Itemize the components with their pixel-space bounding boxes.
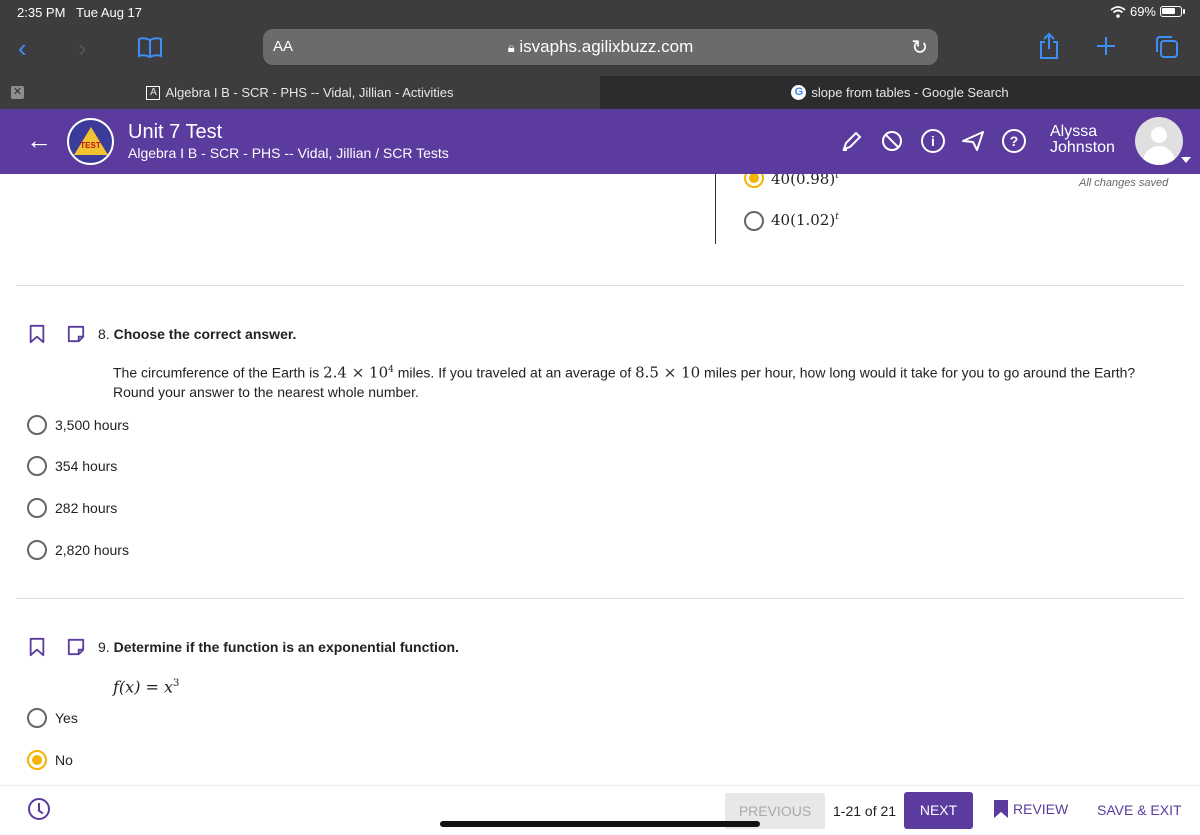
tab-activities[interactable]: ✕ A Algebra I B - SCR - PHS -- Vidal, Ji… [0,76,600,109]
q9-option-radio-no[interactable] [27,750,47,770]
q9-option-label-yes: Yes [55,710,78,726]
app-header: ← TEST Unit 7 Test Algebra I B - SCR - P… [0,109,1200,174]
note-icon[interactable] [67,637,85,657]
review-bookmark-icon [994,800,1008,818]
question-9-title: 9. Determine if the function is an expon… [98,639,459,655]
q9-option-radio-yes[interactable] [27,708,47,728]
review-button[interactable]: REVIEW [993,798,1068,820]
question-8-title: 8. Choose the correct answer. [98,326,296,342]
column-divider [715,174,716,244]
breadcrumb: Algebra I B - SCR - PHS -- Vidal, Jillia… [128,145,449,161]
prev-option-radio-1[interactable] [744,174,764,188]
status-date: Tue Aug 17 [76,5,143,20]
q8-option-label-1: 3,500 hours [55,417,129,433]
tabs-overview-icon[interactable] [1155,35,1179,59]
battery-icon [1160,6,1185,17]
tab-favicon: A [146,85,161,100]
page-title: Unit 7 Test [128,121,223,143]
page-count: 1-21 of 21 [833,803,897,819]
save-exit-button[interactable]: SAVE & EXIT [1097,802,1182,818]
tab-label: Algebra I B - SCR - PHS -- Vidal, Jillia… [165,85,454,100]
lock-icon: 🔒︎ [507,40,515,55]
prev-option-label-2: 40(1.02)t [771,211,839,229]
close-tab-icon[interactable]: ✕ [11,86,24,99]
prev-option-label-1: 40(0.98)t [771,174,839,188]
home-indicator [440,821,760,827]
question-9-formula: f(x) = x3 [113,677,180,697]
question-number: 9. [98,639,110,655]
question-divider [16,598,1184,599]
question-divider [16,285,1184,286]
logo-label: TEST [80,141,101,150]
tab-bar: ✕ A Algebra I B - SCR - PHS -- Vidal, Ji… [0,76,1200,109]
tab-label: slope from tables - Google Search [811,85,1009,100]
question-8-text: The circumference of the Earth is 2.4 × … [113,363,1136,400]
user-first-name: Alyssa [1050,123,1098,140]
q8-option-label-4: 2,820 hours [55,542,129,558]
address-bar[interactable]: AA 🔒︎ isvaphs.agilixbuzz.com ↻ [263,29,938,65]
save-status: All changes saved [1079,177,1169,189]
bookmark-icon[interactable] [28,324,46,344]
q8-option-radio-1[interactable] [27,415,47,435]
battery-percent: 69% [1129,4,1156,19]
highlighter-icon[interactable] [840,129,864,153]
user-last-name: Johnston [1050,139,1115,156]
reload-icon[interactable]: ↻ [911,35,928,60]
status-bar: 2:35 PM Tue Aug 17 69% [0,0,1200,24]
forward-nav-icon[interactable]: › [78,34,87,62]
q8-option-radio-3[interactable] [27,498,47,518]
q8-option-radio-2[interactable] [27,456,47,476]
footer-bar: PREVIOUS 1-21 of 21 NEXT REVIEW SAVE & E… [0,785,1200,835]
back-arrow-icon[interactable]: ← [26,125,52,156]
share-icon[interactable] [1038,32,1060,60]
q8-option-radio-4[interactable] [27,540,47,560]
user-menu-chevron-down-icon[interactable] [1181,157,1191,163]
next-button[interactable]: NEXT [904,792,973,829]
question-number: 8. [98,326,110,342]
question-prompt: Choose the correct answer. [113,326,297,342]
bookmark-icon[interactable] [28,637,46,657]
question-prompt: Determine if the function is an exponent… [113,639,459,655]
back-nav-icon[interactable]: ‹ [18,34,27,62]
status-time: 2:35 PM [17,5,66,20]
avatar[interactable] [1135,117,1183,165]
url-text[interactable]: 🔒︎ isvaphs.agilixbuzz.com [263,37,938,57]
url-label: isvaphs.agilixbuzz.com [519,37,694,56]
bookmarks-icon[interactable] [137,36,163,58]
q8-option-label-3: 282 hours [55,500,118,516]
block-icon[interactable] [880,129,904,153]
note-icon[interactable] [67,324,85,344]
browser-toolbar: ‹ › AA 🔒︎ isvaphs.agilixbuzz.com ↻ [0,24,1200,76]
send-icon[interactable] [961,129,985,153]
status-right: 69% [1110,4,1185,19]
tab-google-search[interactable]: G slope from tables - Google Search [600,76,1200,109]
review-label: REVIEW [1013,801,1069,817]
q9-option-label-no: No [55,752,73,768]
test-logo: TEST [67,118,114,165]
test-content: 40(0.98)t All changes saved 40(1.02)t 8.… [0,174,1200,785]
wifi-icon [1110,5,1126,18]
prev-option-radio-2[interactable] [744,211,764,231]
user-name[interactable]: Alyssa Johnston [1050,124,1115,156]
clock-icon[interactable] [28,798,50,820]
google-favicon: G [791,85,807,100]
help-icon[interactable]: ? [1002,129,1026,153]
new-tab-icon[interactable] [1096,36,1116,56]
info-icon[interactable]: i [921,129,945,153]
q8-option-label-2: 354 hours [55,458,118,474]
